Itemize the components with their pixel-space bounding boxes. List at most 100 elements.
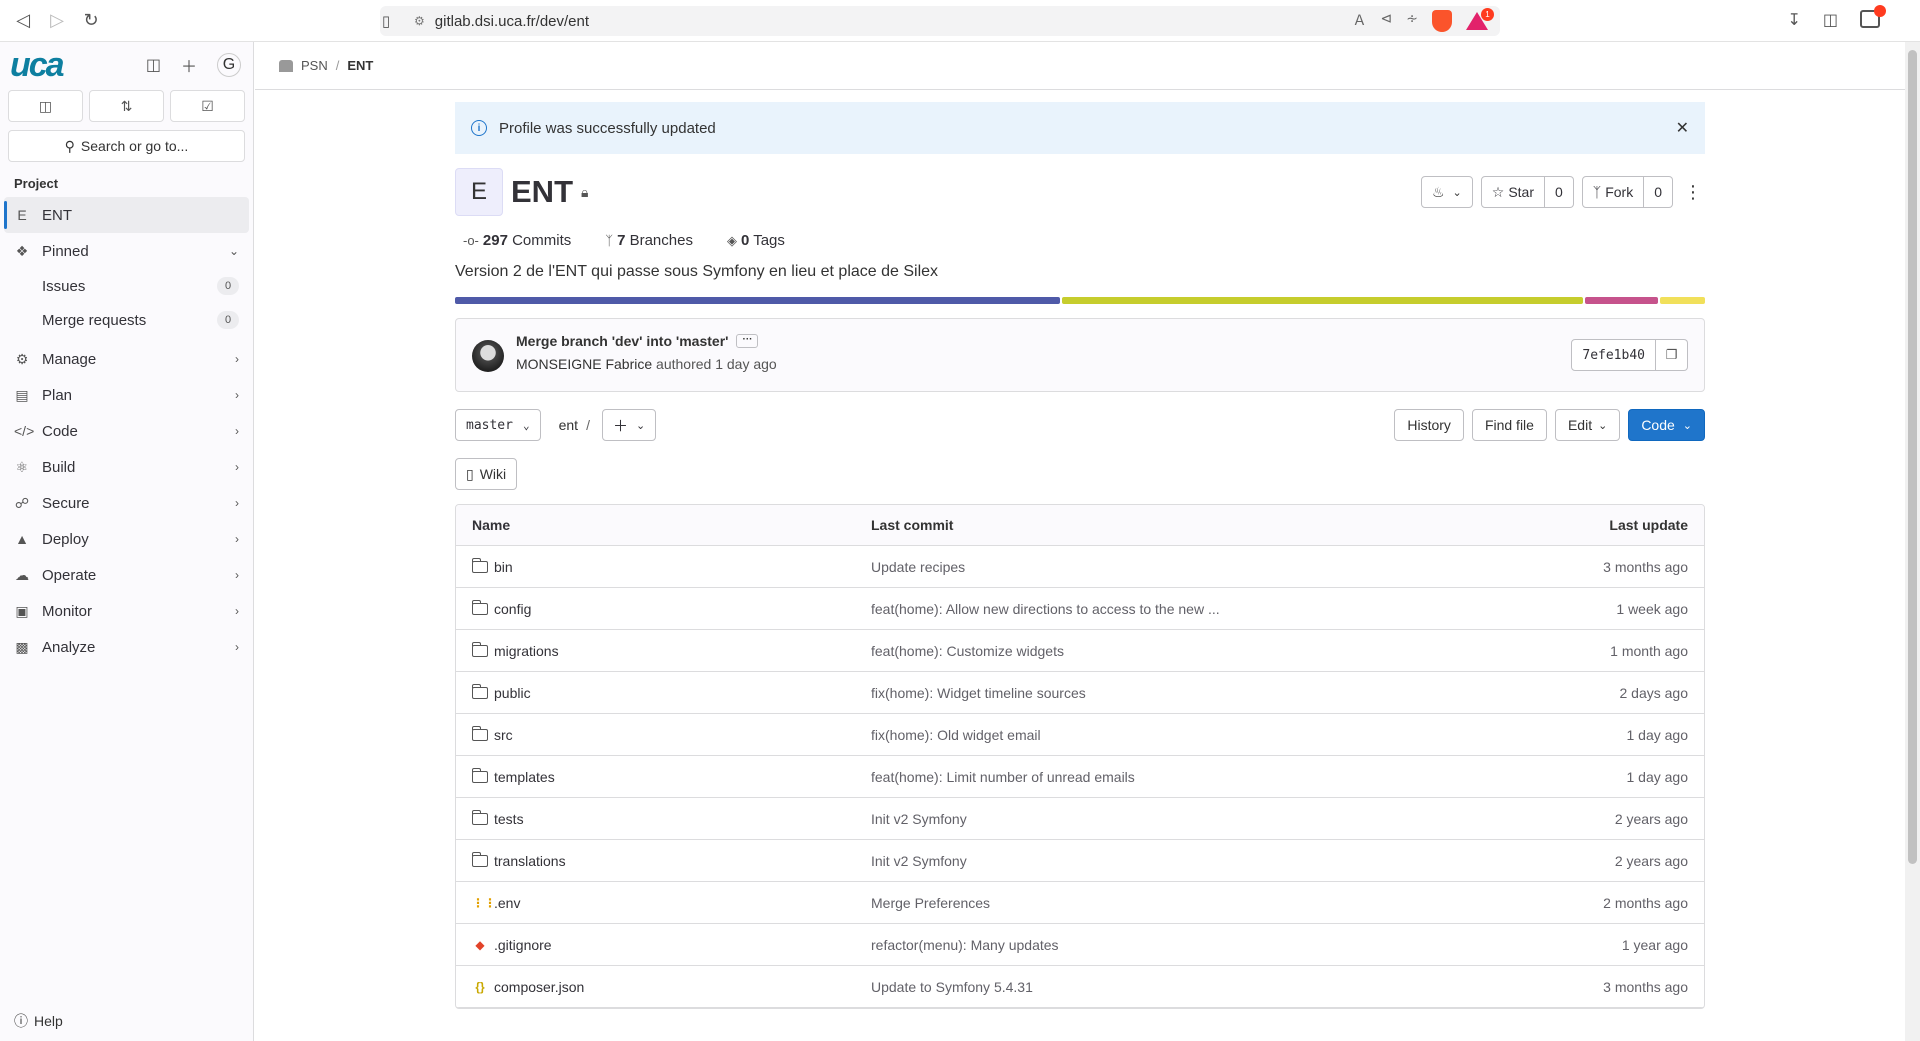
copy-icon[interactable]: ❐ — [1656, 339, 1688, 371]
sidebar-item-pinned[interactable]: ❖ Pinned ⌄ — [0, 233, 253, 269]
file-last-commit[interactable]: Update to Symfony 5.4.31 — [871, 979, 1471, 995]
sidebar-item-plan[interactable]: ▤ Plan › — [0, 377, 253, 413]
sidebar-item-deploy[interactable]: ▲ Deploy › — [0, 521, 253, 557]
sidebar-item-monitor[interactable]: ▣ Monitor › — [0, 593, 253, 629]
create-new-icon[interactable]: ＋ — [181, 53, 197, 77]
more-actions-icon[interactable]: ⋮ — [1681, 176, 1705, 208]
reload-icon[interactable]: ↻ — [80, 10, 102, 32]
language-segment[interactable] — [1061, 297, 1583, 304]
fork-button[interactable]: ᛉ Fork — [1581, 176, 1645, 208]
fork-count[interactable]: 0 — [1644, 176, 1673, 208]
table-row[interactable]: {} composer.json Update to Symfony 5.4.31 3… — [456, 966, 1704, 1008]
author-avatar[interactable] — [472, 340, 504, 372]
file-name[interactable]: migrations — [494, 643, 559, 659]
add-to-tree-button[interactable]: ＋ ⌄ — [601, 409, 657, 441]
file-name[interactable]: src — [494, 727, 513, 743]
address-bar[interactable]: ▯ ⚙ gitlab.dsi.uca.fr/dev/ent Ａ ⊲ ∻ 1 — [380, 6, 1500, 36]
file-last-commit[interactable]: Update recipes — [871, 559, 1471, 575]
help-button[interactable]: ⓘ Help — [14, 1011, 63, 1031]
brave-rewards-icon[interactable]: 1 — [1466, 8, 1494, 30]
bookmark-icon[interactable]: ▯ — [374, 9, 398, 33]
breadcrumb-project[interactable]: ENT — [347, 58, 373, 73]
table-row[interactable]: ◆ .gitignore refactor(menu): Many updates 1… — [456, 924, 1704, 966]
sidebar-item-analyze[interactable]: ▩ Analyze › — [0, 629, 253, 665]
merge-requests-icon[interactable]: ⇅ — [89, 90, 164, 122]
collapse-sidebar-icon[interactable]: ◫ — [146, 55, 161, 75]
file-name[interactable]: tests — [494, 811, 524, 827]
sidebar-item-code[interactable]: </> Code › — [0, 413, 253, 449]
sidebar-toggle-icon[interactable]: ◫ — [1823, 10, 1838, 30]
assigned-issues-icon[interactable]: ◫ — [8, 90, 83, 122]
language-segment[interactable] — [455, 297, 1060, 304]
download-icon[interactable]: ↧ — [1787, 10, 1800, 30]
file-last-commit[interactable]: feat(home): Customize widgets — [871, 643, 1471, 659]
file-name[interactable]: translations — [494, 853, 566, 869]
scrollbar-thumb[interactable] — [1908, 50, 1917, 864]
star-button[interactable]: ☆ Star — [1480, 176, 1545, 208]
table-row[interactable]: templates feat(home): Limit number of unr… — [456, 756, 1704, 798]
wiki-button[interactable]: ▯ Wiki — [455, 458, 518, 490]
page-scrollbar[interactable] — [1905, 42, 1920, 1041]
brave-shields-icon[interactable] — [1432, 10, 1452, 32]
expand-commit-button[interactable]: ··· — [736, 334, 759, 348]
translate-icon[interactable]: Ａ — [1353, 10, 1367, 32]
table-row[interactable]: translations Init v2 Symfony 2 years ago — [456, 840, 1704, 882]
file-name[interactable]: config — [494, 601, 531, 617]
notifications-button[interactable]: ♨ ⌄ — [1420, 176, 1473, 208]
commit-sha[interactable]: 7efe1b40 — [1571, 339, 1656, 371]
table-row[interactable]: config feat(home): Allow new directions t… — [456, 588, 1704, 630]
language-bar[interactable] — [455, 297, 1705, 304]
table-row[interactable]: tests Init v2 Symfony 2 years ago — [456, 798, 1704, 840]
edit-button[interactable]: Edit ⌄ — [1554, 409, 1621, 441]
sidebar-item-build[interactable]: ⚛ Build › — [0, 449, 253, 485]
find-file-button[interactable]: Find file — [1471, 409, 1547, 441]
file-last-commit[interactable]: fix(home): Widget timeline sources — [871, 685, 1471, 701]
file-last-commit[interactable]: feat(home): Limit number of unread email… — [871, 769, 1471, 785]
forward-icon[interactable]: ▷ — [46, 10, 68, 32]
table-row[interactable]: public fix(home): Widget timeline sources… — [456, 672, 1704, 714]
code-button[interactable]: Code ⌄ — [1628, 409, 1705, 441]
file-name[interactable]: templates — [494, 769, 555, 785]
rss-icon[interactable]: ∻ — [1406, 10, 1418, 32]
todos-icon[interactable]: ☑ — [170, 90, 245, 122]
file-name[interactable]: bin — [494, 559, 513, 575]
file-name[interactable]: .gitignore — [494, 937, 552, 953]
language-segment[interactable] — [1584, 297, 1659, 304]
search-button[interactable]: ⚲ Search or go to... — [8, 130, 245, 162]
uca-logo[interactable]: uca — [10, 46, 65, 85]
file-last-commit[interactable]: fix(home): Old widget email — [871, 727, 1471, 743]
file-last-commit[interactable]: Merge Preferences — [871, 895, 1471, 911]
table-row[interactable]: migrations feat(home): Customize widgets 1… — [456, 630, 1704, 672]
commit-author[interactable]: MONSEIGNE Fabrice — [516, 356, 652, 372]
commit-title[interactable]: Merge branch 'dev' into 'master' — [516, 333, 728, 349]
sidebar-item-issues[interactable]: Issues 0 — [0, 269, 253, 303]
site-info-icon[interactable]: ⚙ — [414, 14, 425, 28]
share-icon[interactable]: ⊲ — [1381, 10, 1393, 32]
sidebar-item-manage[interactable]: ⚙ Manage › — [0, 341, 253, 377]
language-segment[interactable] — [1660, 297, 1705, 304]
file-last-commit[interactable]: Init v2 Symfony — [871, 811, 1471, 827]
history-button[interactable]: History — [1394, 409, 1464, 441]
wallet-icon[interactable] — [1860, 5, 1886, 28]
path-root[interactable]: ent — [559, 417, 578, 433]
file-name[interactable]: .env — [494, 895, 520, 911]
tags-link[interactable]: ◈ 0 Tags — [727, 232, 785, 249]
commits-link[interactable]: -o- 297 Commits — [463, 232, 571, 249]
branches-link[interactable]: ᛉ7 Branches — [605, 232, 693, 249]
user-avatar[interactable]: G — [217, 53, 241, 77]
breadcrumb-group[interactable]: PSN — [301, 58, 328, 73]
file-last-commit[interactable]: feat(home): Allow new directions to acce… — [871, 601, 1471, 617]
file-last-commit[interactable]: Init v2 Symfony — [871, 853, 1471, 869]
table-row[interactable]: src fix(home): Old widget email 1 day ago — [456, 714, 1704, 756]
sidebar-item-operate[interactable]: ☁ Operate › — [0, 557, 253, 593]
file-name[interactable]: public — [494, 685, 531, 701]
sidebar-item-secure[interactable]: ☍ Secure › — [0, 485, 253, 521]
url-text[interactable]: gitlab.dsi.uca.fr/dev/ent — [435, 13, 589, 30]
close-icon[interactable]: ✕ — [1676, 118, 1689, 138]
table-row[interactable]: bin Update recipes 3 months ago — [456, 546, 1704, 588]
back-icon[interactable]: ◁ — [12, 10, 34, 32]
file-last-commit[interactable]: refactor(menu): Many updates — [871, 937, 1471, 953]
file-name[interactable]: composer.json — [494, 979, 584, 995]
sidebar-item-merge-requests[interactable]: Merge requests 0 — [0, 303, 253, 337]
sidebar-item-project[interactable]: E ENT — [4, 197, 249, 233]
